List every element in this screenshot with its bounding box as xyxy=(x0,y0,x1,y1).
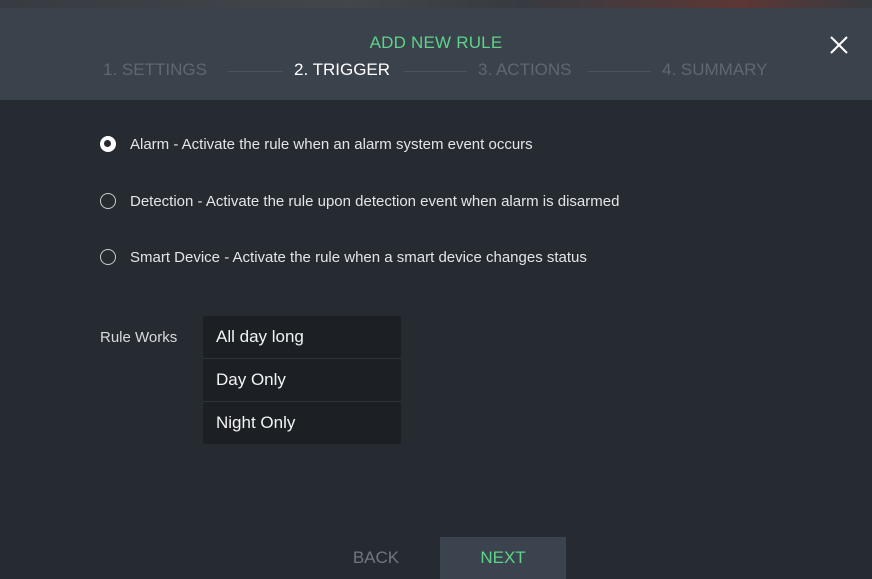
step-divider xyxy=(588,71,651,72)
dialog-header: ADD NEW RULE 1. SETTINGS 2. TRIGGER 3. A… xyxy=(0,8,872,100)
step-actions[interactable]: 3. ACTIONS xyxy=(478,60,572,80)
step-settings[interactable]: 1. SETTINGS xyxy=(103,60,207,80)
close-icon[interactable] xyxy=(828,34,850,56)
dialog-body: Alarm - Activate the rule when an alarm … xyxy=(0,100,872,579)
radio-selected-icon[interactable] xyxy=(100,136,116,152)
backdrop-strip xyxy=(0,0,872,8)
trigger-option-alarm[interactable]: Alarm - Activate the rule when an alarm … xyxy=(100,133,533,155)
step-trigger[interactable]: 2. TRIGGER xyxy=(294,60,390,80)
rule-works-label: Rule Works xyxy=(100,329,178,346)
trigger-option-label: Alarm - Activate the rule when an alarm … xyxy=(130,135,533,153)
trigger-option-smart-device[interactable]: Smart Device - Activate the rule when a … xyxy=(100,246,587,268)
step-divider xyxy=(404,71,467,72)
rule-works-options: All day long Day Only Night Only xyxy=(203,316,401,444)
trigger-option-label: Detection - Activate the rule upon detec… xyxy=(130,192,620,210)
add-rule-dialog: ADD NEW RULE 1. SETTINGS 2. TRIGGER 3. A… xyxy=(0,0,872,579)
trigger-option-detection[interactable]: Detection - Activate the rule upon detec… xyxy=(100,190,619,212)
step-divider xyxy=(228,71,283,72)
radio-unselected-icon[interactable] xyxy=(100,249,116,265)
rule-works-option-all-day[interactable]: All day long xyxy=(203,316,401,359)
back-button[interactable]: BACK xyxy=(330,537,422,579)
dialog-title: ADD NEW RULE xyxy=(369,33,503,52)
next-button[interactable]: NEXT xyxy=(440,537,566,579)
radio-unselected-icon[interactable] xyxy=(100,193,116,209)
step-summary[interactable]: 4. SUMMARY xyxy=(662,60,768,80)
rule-works-option-night-only[interactable]: Night Only xyxy=(203,402,401,444)
trigger-option-label: Smart Device - Activate the rule when a … xyxy=(130,248,587,266)
wizard-steps: 1. SETTINGS 2. TRIGGER 3. ACTIONS 4. SUM… xyxy=(0,60,872,82)
rule-works-option-day-only[interactable]: Day Only xyxy=(203,359,401,402)
